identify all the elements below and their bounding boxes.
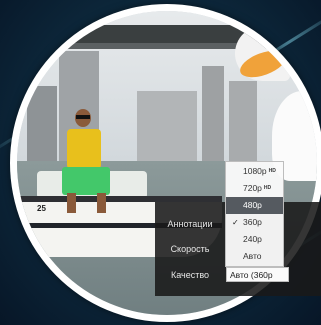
quality-option-label: 720p (243, 183, 262, 193)
quality-option-label: 360p (243, 217, 262, 227)
green-shorts (62, 167, 110, 195)
video-building (229, 81, 257, 161)
hd-badge: HD (263, 185, 272, 191)
checkmark-icon: ✓ (232, 218, 239, 227)
video-building (27, 86, 57, 161)
boat-number: 25 (37, 204, 46, 213)
person-leg (67, 193, 76, 213)
quality-option-label: 1080p (243, 166, 267, 176)
quality-option-label: Авто (243, 251, 262, 261)
quality-option-label: 240p (243, 234, 262, 244)
quality-option-label: 480p (243, 200, 262, 210)
quality-option-360p[interactable]: ✓ 360p (226, 214, 283, 231)
sunglasses (76, 115, 90, 119)
hd-badge: HD (268, 168, 276, 174)
video-building (202, 66, 224, 161)
person-leg (97, 193, 106, 213)
bridge (17, 25, 267, 43)
life-vest (67, 129, 101, 169)
menu-item-annotations[interactable]: Аннотации (155, 219, 225, 229)
video-building (137, 91, 197, 161)
menu-item-quality[interactable]: Качество (155, 270, 225, 280)
quality-option-240p[interactable]: 240p (226, 231, 283, 248)
quality-value-field[interactable]: Авто (360p (226, 267, 289, 282)
quality-option-auto[interactable]: Авто (226, 248, 283, 265)
quality-option-720p[interactable]: 720p HD (226, 180, 283, 197)
quality-option-1080p[interactable]: 1080p HD (226, 163, 283, 180)
bridge-beam (17, 43, 267, 49)
quality-option-480p[interactable]: 480p (226, 197, 283, 214)
quality-submenu: 1080p HD 720p HD 480p ✓ 360p 240p Авто (225, 161, 284, 267)
menu-item-speed[interactable]: Скорость (155, 244, 225, 254)
